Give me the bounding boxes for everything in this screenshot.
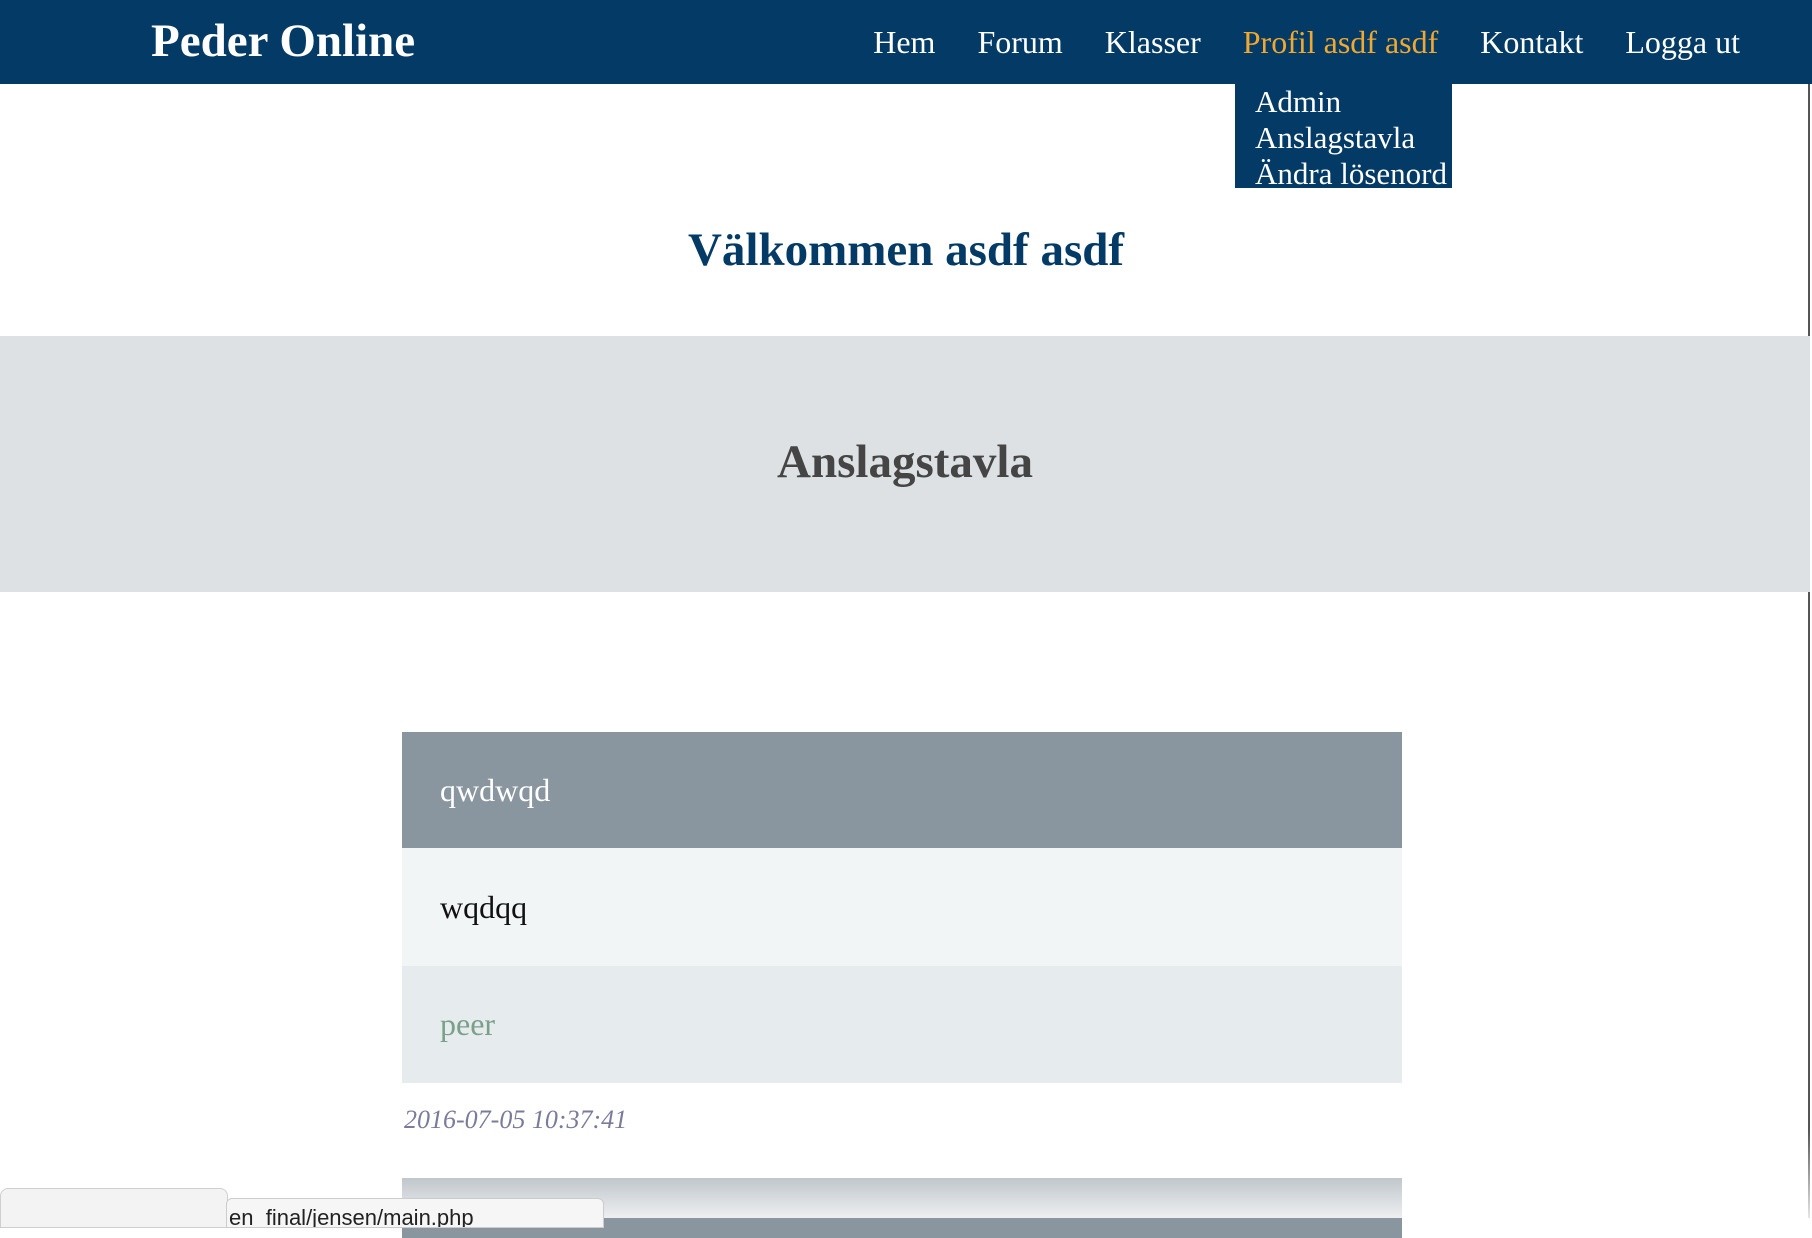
nav-link-profil[interactable]: Profil asdf asdf (1243, 22, 1439, 62)
post-title: qwdwqd (402, 732, 1402, 848)
banner-title: Anslagstavla (777, 436, 1033, 488)
status-bar-left (0, 1188, 228, 1228)
post-body: wqdqq (402, 848, 1402, 966)
dropdown-item-andra-losenord[interactable]: Ändra lösenord (1235, 156, 1452, 192)
section-banner: Anslagstavla (0, 336, 1810, 592)
nav-link-forum[interactable]: Forum (977, 22, 1062, 62)
nav-link-hem[interactable]: Hem (873, 22, 935, 62)
nav-links: Hem Forum Klasser Profil asdf asdf Konta… (873, 0, 1740, 84)
profile-dropdown-menu: Admin Anslagstavla Ändra lösenord (1235, 84, 1452, 191)
site-brand[interactable]: Peder Online (151, 14, 415, 68)
navbar: Peder Online Hem Forum Klasser Profil as… (0, 0, 1812, 84)
post-date: 2016-07-05 10:37:41 (404, 1105, 628, 1134)
nav-link-klasser[interactable]: Klasser (1105, 22, 1201, 62)
welcome-heading: Välkommen asdf asdf (687, 224, 1125, 276)
dropdown-item-anslagstavla[interactable]: Anslagstavla (1235, 120, 1452, 156)
nav-link-logga-ut[interactable]: Logga ut (1625, 22, 1740, 62)
status-url-text: en_final/jensen/main.php (229, 1205, 474, 1228)
dropdown-item-admin[interactable]: Admin (1235, 84, 1452, 120)
status-bar-url: en_final/jensen/main.php (226, 1198, 604, 1228)
bulletin-post: qwdwqd wqdqq peer 2016-07-05 10:37:41 (402, 732, 1402, 1135)
nav-link-kontakt[interactable]: Kontakt (1480, 22, 1583, 62)
post-author: peer (402, 966, 1402, 1083)
